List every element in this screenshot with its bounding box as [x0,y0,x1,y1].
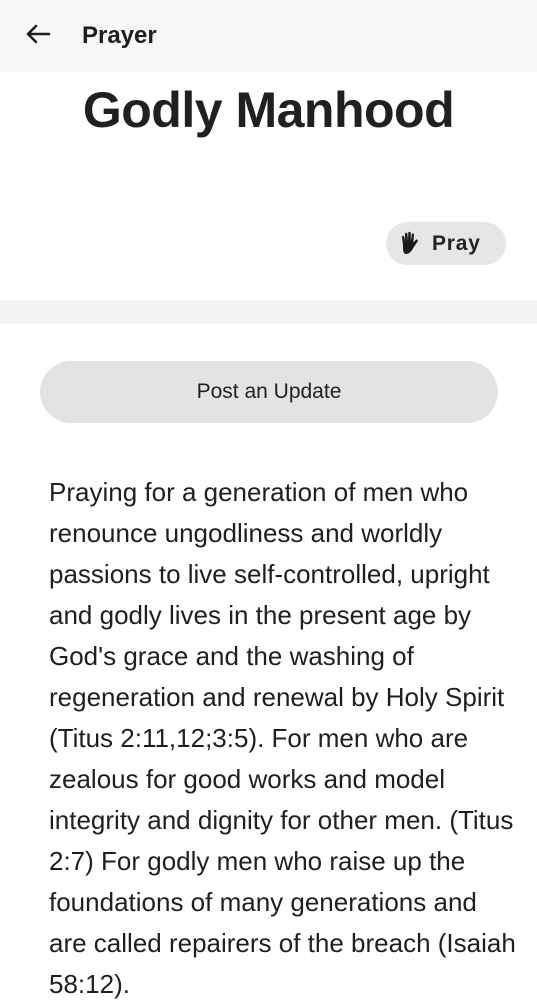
app-bar: Prayer [0,0,537,72]
pray-button[interactable]: Pray [386,222,506,265]
prayer-title: Godly Manhood [82,82,455,138]
app-bar-title: Prayer [82,22,157,49]
back-button[interactable] [22,20,54,52]
prayer-description: Praying for a generation of men who reno… [49,477,516,999]
praying-hand-icon [398,231,422,257]
section-divider [0,300,537,324]
post-update-button[interactable]: Post an Update [40,361,498,423]
arrow-left-icon [25,23,51,50]
pray-button-label: Pray [432,231,481,255]
